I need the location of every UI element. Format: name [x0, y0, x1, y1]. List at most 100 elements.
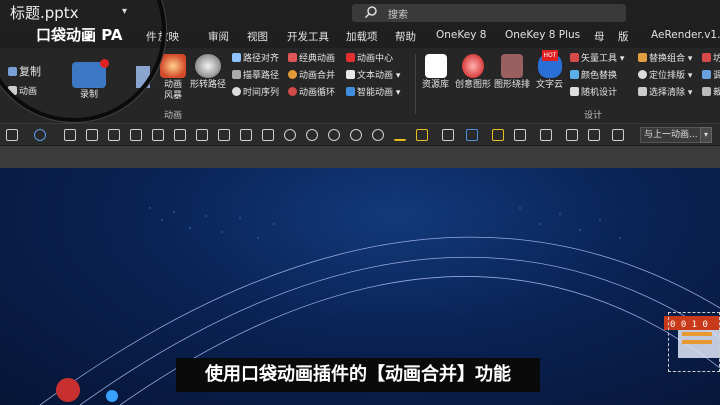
ribbon-item-partial-1[interactable]: 坊 [702, 53, 720, 65]
creative-icon [462, 54, 484, 78]
replace-group-button[interactable]: 替换组合 ▾ [638, 53, 692, 65]
pen-icon[interactable] [442, 129, 454, 141]
dot-pattern [148, 206, 622, 240]
shape-to-path-button[interactable]: 形转路径 [190, 54, 226, 91]
vector-tools-button[interactable]: 矢量工具 ▾ [570, 53, 624, 65]
subtitle-caption: 使用口袋动画插件的【动画合并】功能 [176, 358, 540, 392]
animation-button[interactable]: 动画 [8, 86, 37, 98]
align-right-icon[interactable] [108, 129, 120, 141]
fill-color-icon[interactable] [416, 129, 428, 141]
distribute-v-icon[interactable] [218, 129, 230, 141]
trace-path-button[interactable]: 描摹路径 [232, 70, 279, 82]
same-width-icon[interactable] [240, 129, 252, 141]
union-icon[interactable] [284, 129, 296, 141]
fragment-icon[interactable] [328, 129, 340, 141]
tab-view[interactable]: 视图 [247, 29, 268, 44]
char-spacing-icon[interactable] [540, 129, 552, 141]
same-height-icon[interactable] [262, 129, 274, 141]
animation-storm-button[interactable]: 动画 风暴 [160, 54, 186, 102]
animation-merge-button[interactable]: 动画合并 [288, 70, 335, 82]
tab-aerender[interactable]: AeRender.v1.10 [651, 29, 720, 41]
star-burst-icon [160, 54, 186, 78]
ribbon-item-partial-3[interactable]: 裁 [702, 87, 720, 99]
smart-animation-button[interactable]: 智能动画 ▾ [346, 87, 400, 99]
indent-icon[interactable] [588, 129, 600, 141]
subtract-icon[interactable] [372, 129, 384, 141]
skull-icon [106, 390, 118, 402]
search-label: 搜索 [388, 10, 408, 21]
animation-center-button[interactable]: 动画中心 [346, 53, 393, 65]
trace-icon [232, 70, 241, 79]
shape-path-icon [195, 54, 221, 78]
outline-color-icon[interactable] [466, 129, 478, 141]
text-icon [346, 70, 355, 79]
search-input[interactable]: 搜索 [352, 4, 626, 22]
select-clear-button[interactable]: 选择清除 ▾ [638, 87, 692, 99]
merge-icon [288, 70, 297, 79]
search-icon [364, 6, 377, 19]
animation-pane-icon[interactable] [612, 129, 624, 141]
position-layout-button[interactable]: 定位排版 ▾ [638, 70, 692, 82]
combine-icon[interactable] [306, 129, 318, 141]
tab-pocket-animation[interactable]: 口袋动画 PA [36, 24, 154, 52]
center-icon [346, 53, 355, 62]
path-align-button[interactable]: 路径对齐 [232, 53, 279, 65]
server-figure [56, 378, 80, 402]
partial-icon [702, 70, 711, 79]
distribute-h-icon[interactable] [196, 129, 208, 141]
animation-loop-button[interactable]: 动画循环 [288, 87, 335, 99]
ribbon-item-partial-2[interactable]: 调 [702, 70, 720, 82]
tab-review[interactable]: 审阅 [208, 29, 229, 44]
copy-button[interactable]: 复制 [8, 66, 41, 77]
target-icon [638, 70, 647, 79]
align-middle-icon[interactable] [152, 129, 164, 141]
tab-onekey8-plus[interactable]: OneKey 8 Plus [505, 29, 580, 41]
ribbon-divider [415, 54, 416, 114]
group-icon [638, 53, 647, 62]
wrap-icon [501, 54, 523, 78]
tab-developer[interactable]: 开发工具 [287, 29, 329, 44]
align-bottom-icon[interactable] [174, 129, 186, 141]
record-dot-icon [100, 59, 109, 68]
creative-shape-button[interactable]: 创意图形 [455, 54, 491, 91]
color-replace-button[interactable]: 颜色替换 [570, 70, 617, 82]
shape-fill-icon[interactable] [34, 129, 46, 141]
intersect-icon[interactable] [350, 129, 362, 141]
record-video-icon [72, 59, 109, 88]
graphic-wrap-button[interactable]: 图形绕排 [494, 54, 530, 91]
font-size-icon[interactable] [514, 129, 526, 141]
text-animation-button[interactable]: 文本动画 ▾ [346, 70, 400, 82]
selection-frame[interactable] [668, 312, 720, 372]
align-left-icon[interactable] [64, 129, 76, 141]
hot-badge: HOT [541, 50, 559, 61]
chevron-down-icon[interactable]: ▾ [122, 6, 127, 17]
align-top-icon[interactable] [130, 129, 142, 141]
loop-icon [288, 87, 297, 96]
chevron-down-icon[interactable]: ▾ [700, 127, 712, 143]
tab-slideshow[interactable]: 放映 [158, 29, 179, 44]
tab-help[interactable]: 帮助 [395, 29, 416, 44]
title-bar: 标题.pptx ▾ 搜索 [0, 0, 720, 26]
tab-onekey8[interactable]: OneKey 8 [436, 29, 486, 41]
resource-library-button[interactable]: 资源库 [422, 54, 449, 91]
record-button[interactable]: 录制 [72, 59, 109, 101]
slide-icon [136, 66, 150, 88]
group-label-animation: 动画 [164, 111, 183, 121]
align-center-icon[interactable] [86, 129, 98, 141]
tab-layout[interactable]: 版 [618, 29, 629, 44]
word-cloud-button[interactable]: HOT 文字云 [536, 50, 563, 91]
highlight-icon[interactable] [492, 129, 504, 141]
font-color-icon[interactable] [6, 129, 18, 141]
partial-icon [702, 53, 711, 62]
animation-icon [8, 86, 17, 95]
tab-addins[interactable]: 加载项 [346, 29, 378, 44]
line-spacing-icon[interactable] [566, 129, 578, 141]
library-icon [424, 54, 447, 78]
random-design-button[interactable]: 随机设计 [570, 87, 617, 99]
document-title[interactable]: 标题.pptx [10, 2, 79, 23]
classic-animation-button[interactable]: 经典动画 [288, 53, 335, 65]
eyedropper-icon[interactable] [394, 129, 406, 141]
star-icon [288, 53, 297, 62]
timeline-button[interactable]: 时间序列 [232, 87, 279, 99]
tab-master[interactable]: 母 [594, 29, 605, 44]
